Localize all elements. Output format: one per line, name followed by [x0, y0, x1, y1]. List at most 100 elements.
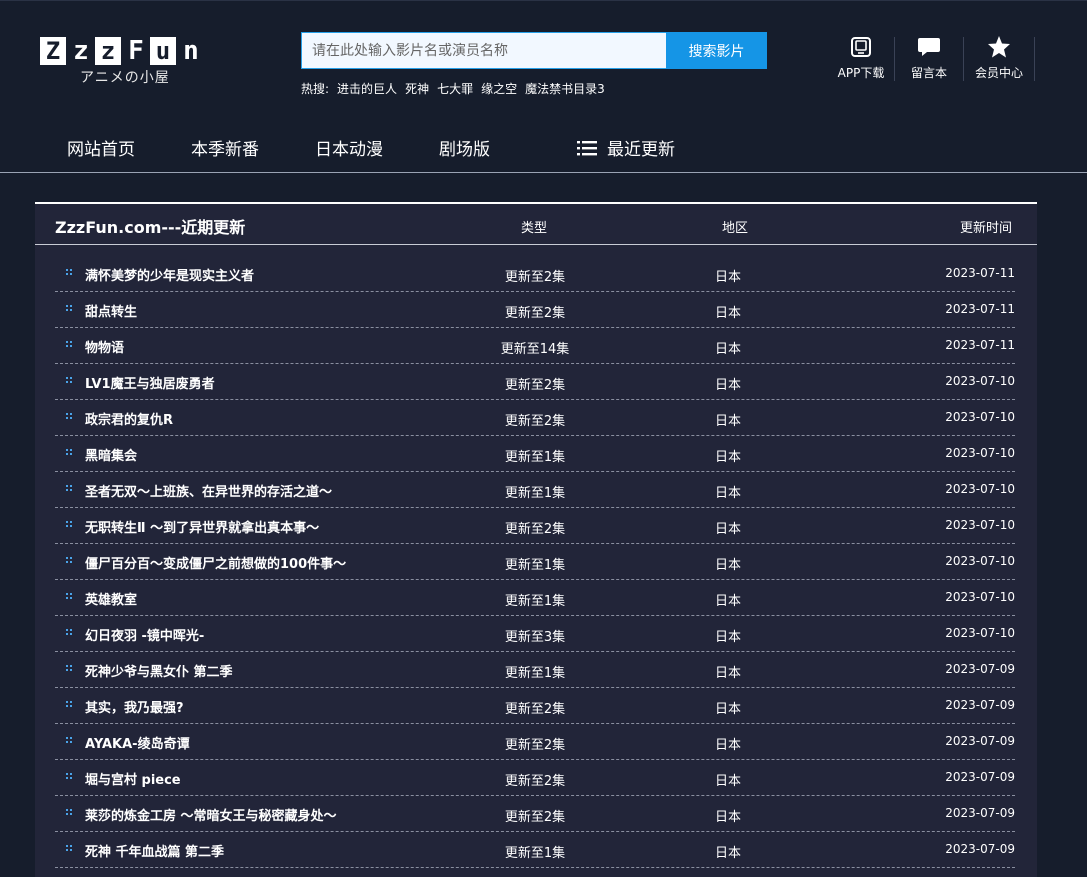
- region-label: 日本: [715, 810, 742, 825]
- episode-status: 更新至14集: [500, 342, 570, 357]
- list-item[interactable]: 物物语 更新至14集 日本 2023-07-11: [55, 328, 1015, 364]
- region-label: 日本: [715, 450, 742, 465]
- update-date: 2023-07-10: [945, 626, 1015, 640]
- episode-status: 更新至2集: [504, 738, 566, 753]
- list-item[interactable]: 甜点转生 更新至2集 日本 2023-07-11: [55, 292, 1015, 328]
- episode-status: 更新至1集: [504, 486, 566, 501]
- guestbook-button[interactable]: 留言本: [895, 35, 963, 81]
- hot-search-link[interactable]: 魔法禁书目录3: [525, 80, 605, 97]
- bullet-icon: [66, 557, 72, 563]
- logo-subtitle: アニメの小屋: [80, 70, 170, 86]
- anime-title-link[interactable]: AYAKA-绫岛奇谭: [85, 733, 190, 752]
- anime-title-link[interactable]: LV1魔王与独居废勇者: [85, 373, 215, 392]
- anime-title-link[interactable]: 甜点转生: [85, 301, 137, 320]
- hot-searches: 热搜: 进击的巨人 死神 七大罪 缘之空 魔法禁书目录3: [301, 80, 605, 97]
- logo-letter: z: [73, 36, 89, 66]
- app-download-button[interactable]: APP下载: [828, 35, 894, 81]
- search-input[interactable]: [301, 32, 666, 69]
- region-label: 日本: [715, 774, 742, 789]
- bullet-icon: [66, 269, 72, 275]
- list-item[interactable]: 死神 千年血战篇 第二季 更新至1集 日本 2023-07-09: [55, 832, 1015, 868]
- anime-title-link[interactable]: 幻日夜羽 -镜中晖光-: [85, 625, 204, 644]
- list-item[interactable]: LV1魔王与独居废勇者 更新至2集 日本 2023-07-10: [55, 364, 1015, 400]
- member-center-button[interactable]: 会员中心: [964, 35, 1034, 81]
- hot-search-link[interactable]: 缘之空: [481, 80, 517, 97]
- anime-title-link[interactable]: 满怀美梦的少年是现实主义者: [85, 265, 254, 284]
- anime-title-link[interactable]: 政宗君的复仇R: [85, 409, 173, 428]
- region-label: 日本: [715, 270, 742, 285]
- guestbook-label: 留言本: [910, 66, 947, 80]
- logo-letter: z: [95, 37, 121, 65]
- region-label: 日本: [715, 414, 742, 429]
- anime-title-link[interactable]: 僵尸百分百～变成僵尸之前想做的100件事～: [85, 553, 346, 572]
- panel-header: ZzzFun.com---近期更新 类型 地区 更新时间: [35, 204, 1037, 245]
- list-item[interactable]: 满怀美梦的少年是现实主义者 更新至2集 日本 2023-07-11: [55, 256, 1015, 292]
- episode-status: 更新至1集: [504, 450, 566, 465]
- update-date: 2023-07-09: [945, 842, 1015, 856]
- list-item[interactable]: 幻日夜羽 -镜中晖光- 更新至3集 日本 2023-07-10: [55, 616, 1015, 652]
- region-label: 日本: [715, 702, 742, 717]
- update-date: 2023-07-10: [945, 446, 1015, 460]
- anime-title-link[interactable]: 堀与宫村 piece: [85, 769, 181, 788]
- list-item[interactable]: 堀与宫村 piece 更新至2集 日本 2023-07-09: [55, 760, 1015, 796]
- nav-item-label: 最近更新: [607, 140, 675, 160]
- hot-search-link[interactable]: 七大罪: [437, 80, 473, 97]
- anime-title-link[interactable]: 死神 千年血战篇 第二季: [85, 841, 224, 860]
- tool-divider: [1034, 37, 1035, 81]
- bullet-icon: [66, 521, 72, 527]
- update-date: 2023-07-10: [945, 554, 1015, 568]
- list-item[interactable]: 黑暗集会 更新至1集 日本 2023-07-10: [55, 436, 1015, 472]
- list-item[interactable]: 无职转生Ⅱ ～到了异世界就拿出真本事～ 更新至2集 日本 2023-07-10: [55, 508, 1015, 544]
- list-item[interactable]: 僵尸百分百～变成僵尸之前想做的100件事～ 更新至1集 日本 2023-07-10: [55, 544, 1015, 580]
- anime-title-link[interactable]: 英雄教室: [85, 589, 137, 608]
- region-label: 日本: [715, 666, 742, 681]
- nav-item-recent-updates[interactable]: 最近更新: [577, 135, 675, 161]
- list-item[interactable]: 英雄教室 更新至1集 日本 2023-07-10: [55, 580, 1015, 616]
- region-label: 日本: [715, 486, 742, 501]
- episode-status: 更新至3集: [504, 630, 566, 645]
- update-date: 2023-07-11: [945, 338, 1015, 352]
- member-center-label: 会员中心: [974, 66, 1023, 80]
- episode-status: 更新至1集: [504, 846, 566, 861]
- episode-status: 更新至1集: [504, 594, 566, 609]
- update-date: 2023-07-10: [945, 410, 1015, 424]
- list-item[interactable]: 圣者无双～上班族、在异世界的存活之道～ 更新至1集 日本 2023-07-10: [55, 472, 1015, 508]
- bullet-icon: [66, 341, 72, 347]
- anime-title-link[interactable]: 死神少爷与黑女仆 第二季: [85, 661, 233, 680]
- hot-search-link[interactable]: 进击的巨人: [337, 80, 397, 97]
- anime-title-link[interactable]: 莱莎的炼金工房 ～常暗女王与秘密藏身处～: [85, 805, 337, 824]
- episode-status: 更新至2集: [504, 378, 566, 393]
- update-date: 2023-07-10: [945, 518, 1015, 532]
- anime-title-link[interactable]: 物物语: [85, 337, 124, 356]
- region-label: 日本: [715, 558, 742, 573]
- list-item[interactable]: 死神少爷与黑女仆 第二季 更新至1集 日本 2023-07-09: [55, 652, 1015, 688]
- hot-search-link[interactable]: 死神: [405, 80, 429, 97]
- nav-item-movies[interactable]: 剧场版: [439, 135, 490, 160]
- header-tools: APP下载 留言本 会员中心: [828, 35, 1035, 81]
- nav-item-new-season[interactable]: 本季新番: [191, 135, 259, 160]
- episode-status: 更新至2集: [504, 270, 566, 285]
- update-date: 2023-07-10: [945, 590, 1015, 604]
- episode-status: 更新至2集: [504, 306, 566, 321]
- episode-status: 更新至2集: [504, 774, 566, 789]
- anime-title-link[interactable]: 其实，我乃最强?: [85, 697, 184, 716]
- region-label: 日本: [715, 378, 742, 393]
- app-download-label: APP下载: [837, 66, 885, 80]
- anime-title-link[interactable]: 圣者无双～上班族、在异世界的存活之道～: [85, 481, 332, 500]
- list-item[interactable]: AYAKA-绫岛奇谭 更新至2集 日本 2023-07-09: [55, 724, 1015, 760]
- update-date: 2023-07-09: [945, 734, 1015, 748]
- region-label: 日本: [715, 306, 742, 321]
- header-divider: [0, 172, 1087, 173]
- list-item[interactable]: 政宗君的复仇R 更新至2集 日本 2023-07-10: [55, 400, 1015, 436]
- panel-title: ZzzFun.com---近期更新: [55, 218, 246, 237]
- list-item[interactable]: 莱莎的炼金工房 ～常暗女王与秘密藏身处～ 更新至2集 日本 2023-07-09: [55, 796, 1015, 832]
- bullet-icon: [66, 449, 72, 455]
- anime-title-link[interactable]: 黑暗集会: [85, 445, 137, 464]
- anime-title-link[interactable]: 无职转生Ⅱ ～到了异世界就拿出真本事～: [85, 517, 319, 536]
- nav-item-home[interactable]: 网站首页: [67, 135, 135, 160]
- nav-item-japanese-anime[interactable]: 日本动漫: [315, 135, 383, 160]
- list-item[interactable]: 其实，我乃最强? 更新至2集 日本 2023-07-09: [55, 688, 1015, 724]
- search-button[interactable]: 搜索影片: [666, 32, 767, 69]
- region-label: 日本: [715, 738, 742, 753]
- episode-status: 更新至1集: [504, 558, 566, 573]
